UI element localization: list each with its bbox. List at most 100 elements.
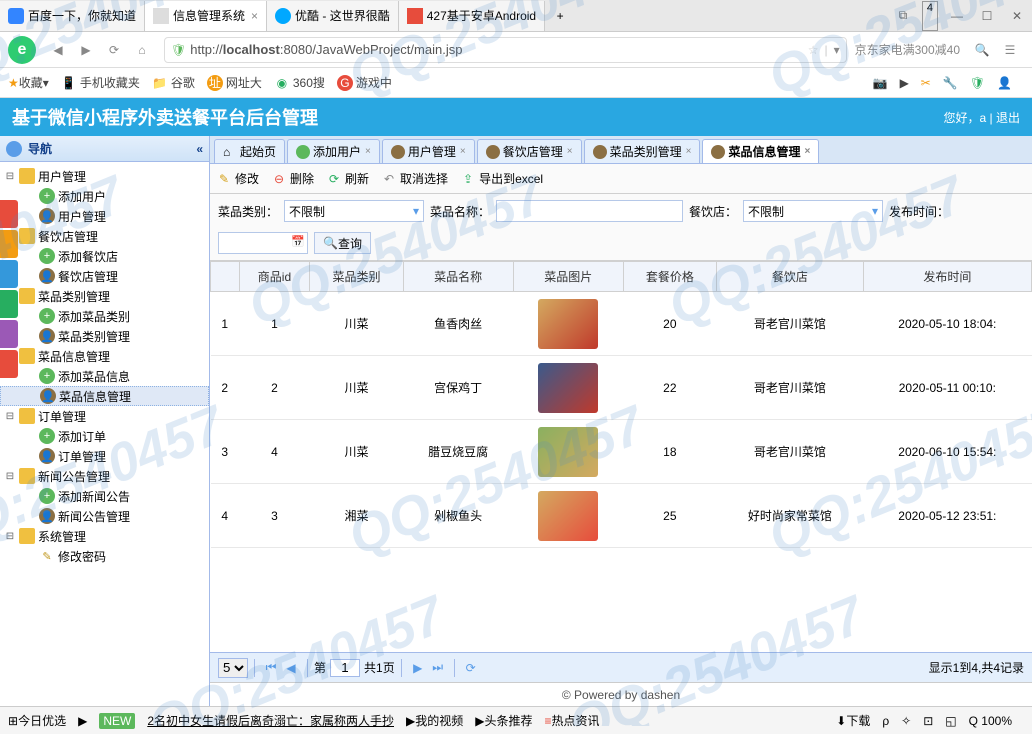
close-icon[interactable]: × xyxy=(567,146,573,157)
next-page-button[interactable]: ▶ xyxy=(408,658,428,678)
content-tab[interactable]: 用户管理× xyxy=(382,139,475,163)
shop-select[interactable]: 不限制 xyxy=(743,200,883,222)
float-icon[interactable] xyxy=(0,290,18,318)
tree-item[interactable]: +添加菜品类别 xyxy=(0,306,209,326)
ext-icon[interactable]: 📷 xyxy=(873,76,888,90)
last-page-button[interactable]: ⏭ xyxy=(428,658,448,678)
tree-item[interactable]: +添加订单 xyxy=(0,426,209,446)
float-icon[interactable] xyxy=(0,350,18,378)
status-icon[interactable]: ρ xyxy=(882,712,889,729)
back-button[interactable]: ◀ xyxy=(46,38,70,62)
tree-item[interactable]: +添加餐饮店 xyxy=(0,246,209,266)
column-header[interactable]: 套餐价格 xyxy=(623,262,716,292)
search-icon[interactable]: 🔍 xyxy=(970,38,994,62)
refresh-button[interactable]: ⟳刷新 xyxy=(326,170,369,187)
first-page-button[interactable]: ⏮ xyxy=(261,658,281,678)
status-icon[interactable]: ◱ xyxy=(945,712,956,729)
browser-tab-active[interactable]: 信息管理系统 × xyxy=(145,1,267,31)
tree-group[interactable]: ⊟订单管理 xyxy=(0,406,209,426)
favorites-button[interactable]: ★ 收藏 ▾ xyxy=(8,74,49,91)
tree-group[interactable]: ⊟菜品信息管理 xyxy=(0,346,209,366)
bookmark-item[interactable]: 📁谷歌 xyxy=(152,74,195,91)
ext-icon[interactable]: ✂ xyxy=(921,76,931,90)
menu-icon[interactable]: ☰ xyxy=(998,38,1022,62)
browser-tab[interactable]: 百度一下，你就知道 xyxy=(0,1,145,31)
bookmark-item[interactable]: G游戏中 xyxy=(337,74,392,91)
maximize-button[interactable]: ☐ xyxy=(972,1,1002,31)
float-icon[interactable] xyxy=(0,260,18,288)
status-item[interactable]: ⊞ 今日优选 xyxy=(8,712,66,729)
page-size-select[interactable]: 5 xyxy=(218,658,248,678)
promo-text[interactable]: 京东家电满300减40 xyxy=(855,41,960,58)
edit-button[interactable]: ✎修改 xyxy=(216,170,259,187)
table-row[interactable]: 22川菜宫保鸡丁22哥老官川菜馆2020-05-11 00:10: xyxy=(211,356,1032,420)
tree-item[interactable]: 👤新闻公告管理 xyxy=(0,506,209,526)
tree-group[interactable]: ⊟用户管理 xyxy=(0,166,209,186)
tree-item[interactable]: 👤订单管理 xyxy=(0,446,209,466)
restore-icon[interactable]: ⧉ xyxy=(888,1,918,31)
url-field[interactable]: 🛡 http://localhost:8080/JavaWebProject/m… xyxy=(164,37,847,63)
status-item[interactable]: ▶ xyxy=(78,714,87,728)
date-input[interactable] xyxy=(218,232,308,254)
float-icon[interactable] xyxy=(0,320,18,348)
collapse-icon[interactable]: « xyxy=(196,142,203,156)
content-tab[interactable]: 添加用户× xyxy=(287,139,380,163)
user-greeting[interactable]: 您好，a | 退出 xyxy=(944,109,1020,126)
column-header[interactable]: 发布时间 xyxy=(863,262,1031,292)
column-header[interactable]: 菜品图片 xyxy=(513,262,623,292)
ext-icon[interactable]: 🛡 xyxy=(970,76,985,90)
tree-group[interactable]: ⊟系统管理 xyxy=(0,526,209,546)
column-header[interactable]: 商品id xyxy=(239,262,310,292)
reload-button[interactable]: ⟳ xyxy=(102,38,126,62)
tree-item[interactable]: 👤用户管理 xyxy=(0,206,209,226)
category-select[interactable]: 不限制 xyxy=(284,200,424,222)
news-badge[interactable]: NEW xyxy=(99,713,135,729)
name-input[interactable] xyxy=(496,200,683,222)
content-tab[interactable]: 菜品类别管理× xyxy=(584,139,701,163)
table-row[interactable]: 43湘菜剁椒鱼头25好时尚家常菜馆2020-05-12 23:51: xyxy=(211,484,1032,548)
tree-item[interactable]: 👤菜品信息管理 xyxy=(0,386,209,406)
tree-item[interactable]: +添加新闻公告 xyxy=(0,486,209,506)
browser-tab[interactable]: 427基于安卓Android xyxy=(399,1,545,31)
tree-item[interactable]: +添加用户 xyxy=(0,186,209,206)
page-input[interactable] xyxy=(330,659,360,677)
table-row[interactable]: 11川菜鱼香肉丝20哥老官川菜馆2020-05-10 18:04: xyxy=(211,292,1032,356)
column-header[interactable]: 餐饮店 xyxy=(716,262,863,292)
export-button[interactable]: ⇪导出到excel xyxy=(460,170,543,187)
status-item[interactable]: ≡ 热点资讯 xyxy=(545,712,600,729)
table-row[interactable]: 34川菜腊豆烧豆腐18哥老官川菜馆2020-06-10 15:54: xyxy=(211,420,1032,484)
bookmark-item[interactable]: 址网址大 xyxy=(207,74,262,91)
status-item[interactable]: ▶ 头条推荐 xyxy=(475,712,532,729)
search-button[interactable]: 🔍 查询 xyxy=(314,232,371,254)
close-icon[interactable]: × xyxy=(365,146,371,157)
tree-item[interactable]: 👤餐饮店管理 xyxy=(0,266,209,286)
bookmark-item[interactable]: ◉360搜 xyxy=(274,74,325,91)
minimize-button[interactable]: — xyxy=(942,1,972,31)
tree-group[interactable]: ⊟菜品类别管理 xyxy=(0,286,209,306)
dropdown-icon[interactable]: ▾ xyxy=(834,43,840,57)
close-button[interactable]: ✕ xyxy=(1002,1,1032,31)
tree-group[interactable]: ⊟新闻公告管理 xyxy=(0,466,209,486)
status-item[interactable]: ▶ 我的视频 xyxy=(406,712,463,729)
close-icon[interactable]: × xyxy=(460,146,466,157)
tree-group[interactable]: ⊟餐饮店管理 xyxy=(0,226,209,246)
home-button[interactable]: ⌂ xyxy=(130,38,154,62)
forward-button[interactable]: ▶ xyxy=(74,38,98,62)
browser-tab[interactable]: 优酷 - 这世界很酷 xyxy=(267,1,399,31)
column-header[interactable]: 菜品名称 xyxy=(403,262,513,292)
tree-item[interactable]: +添加菜品信息 xyxy=(0,366,209,386)
status-icon[interactable]: ⊡ xyxy=(923,712,933,729)
download-button[interactable]: ⬇ 下载 xyxy=(836,712,870,729)
delete-button[interactable]: ⊖删除 xyxy=(271,170,314,187)
tree-item[interactable]: ✎修改密码 xyxy=(0,546,209,566)
zoom-level[interactable]: Q 100% xyxy=(969,712,1012,729)
ext-icon[interactable]: ▶ xyxy=(900,76,909,90)
prev-page-button[interactable]: ◀ xyxy=(281,658,301,678)
column-header[interactable] xyxy=(211,262,240,292)
content-tab[interactable]: ⌂起始页 xyxy=(214,139,285,163)
content-tab[interactable]: 餐饮店管理× xyxy=(477,139,582,163)
column-header[interactable]: 菜品类别 xyxy=(310,262,403,292)
status-icon[interactable]: ✧ xyxy=(901,712,911,729)
close-icon[interactable]: × xyxy=(251,9,258,23)
close-icon[interactable]: × xyxy=(686,146,692,157)
